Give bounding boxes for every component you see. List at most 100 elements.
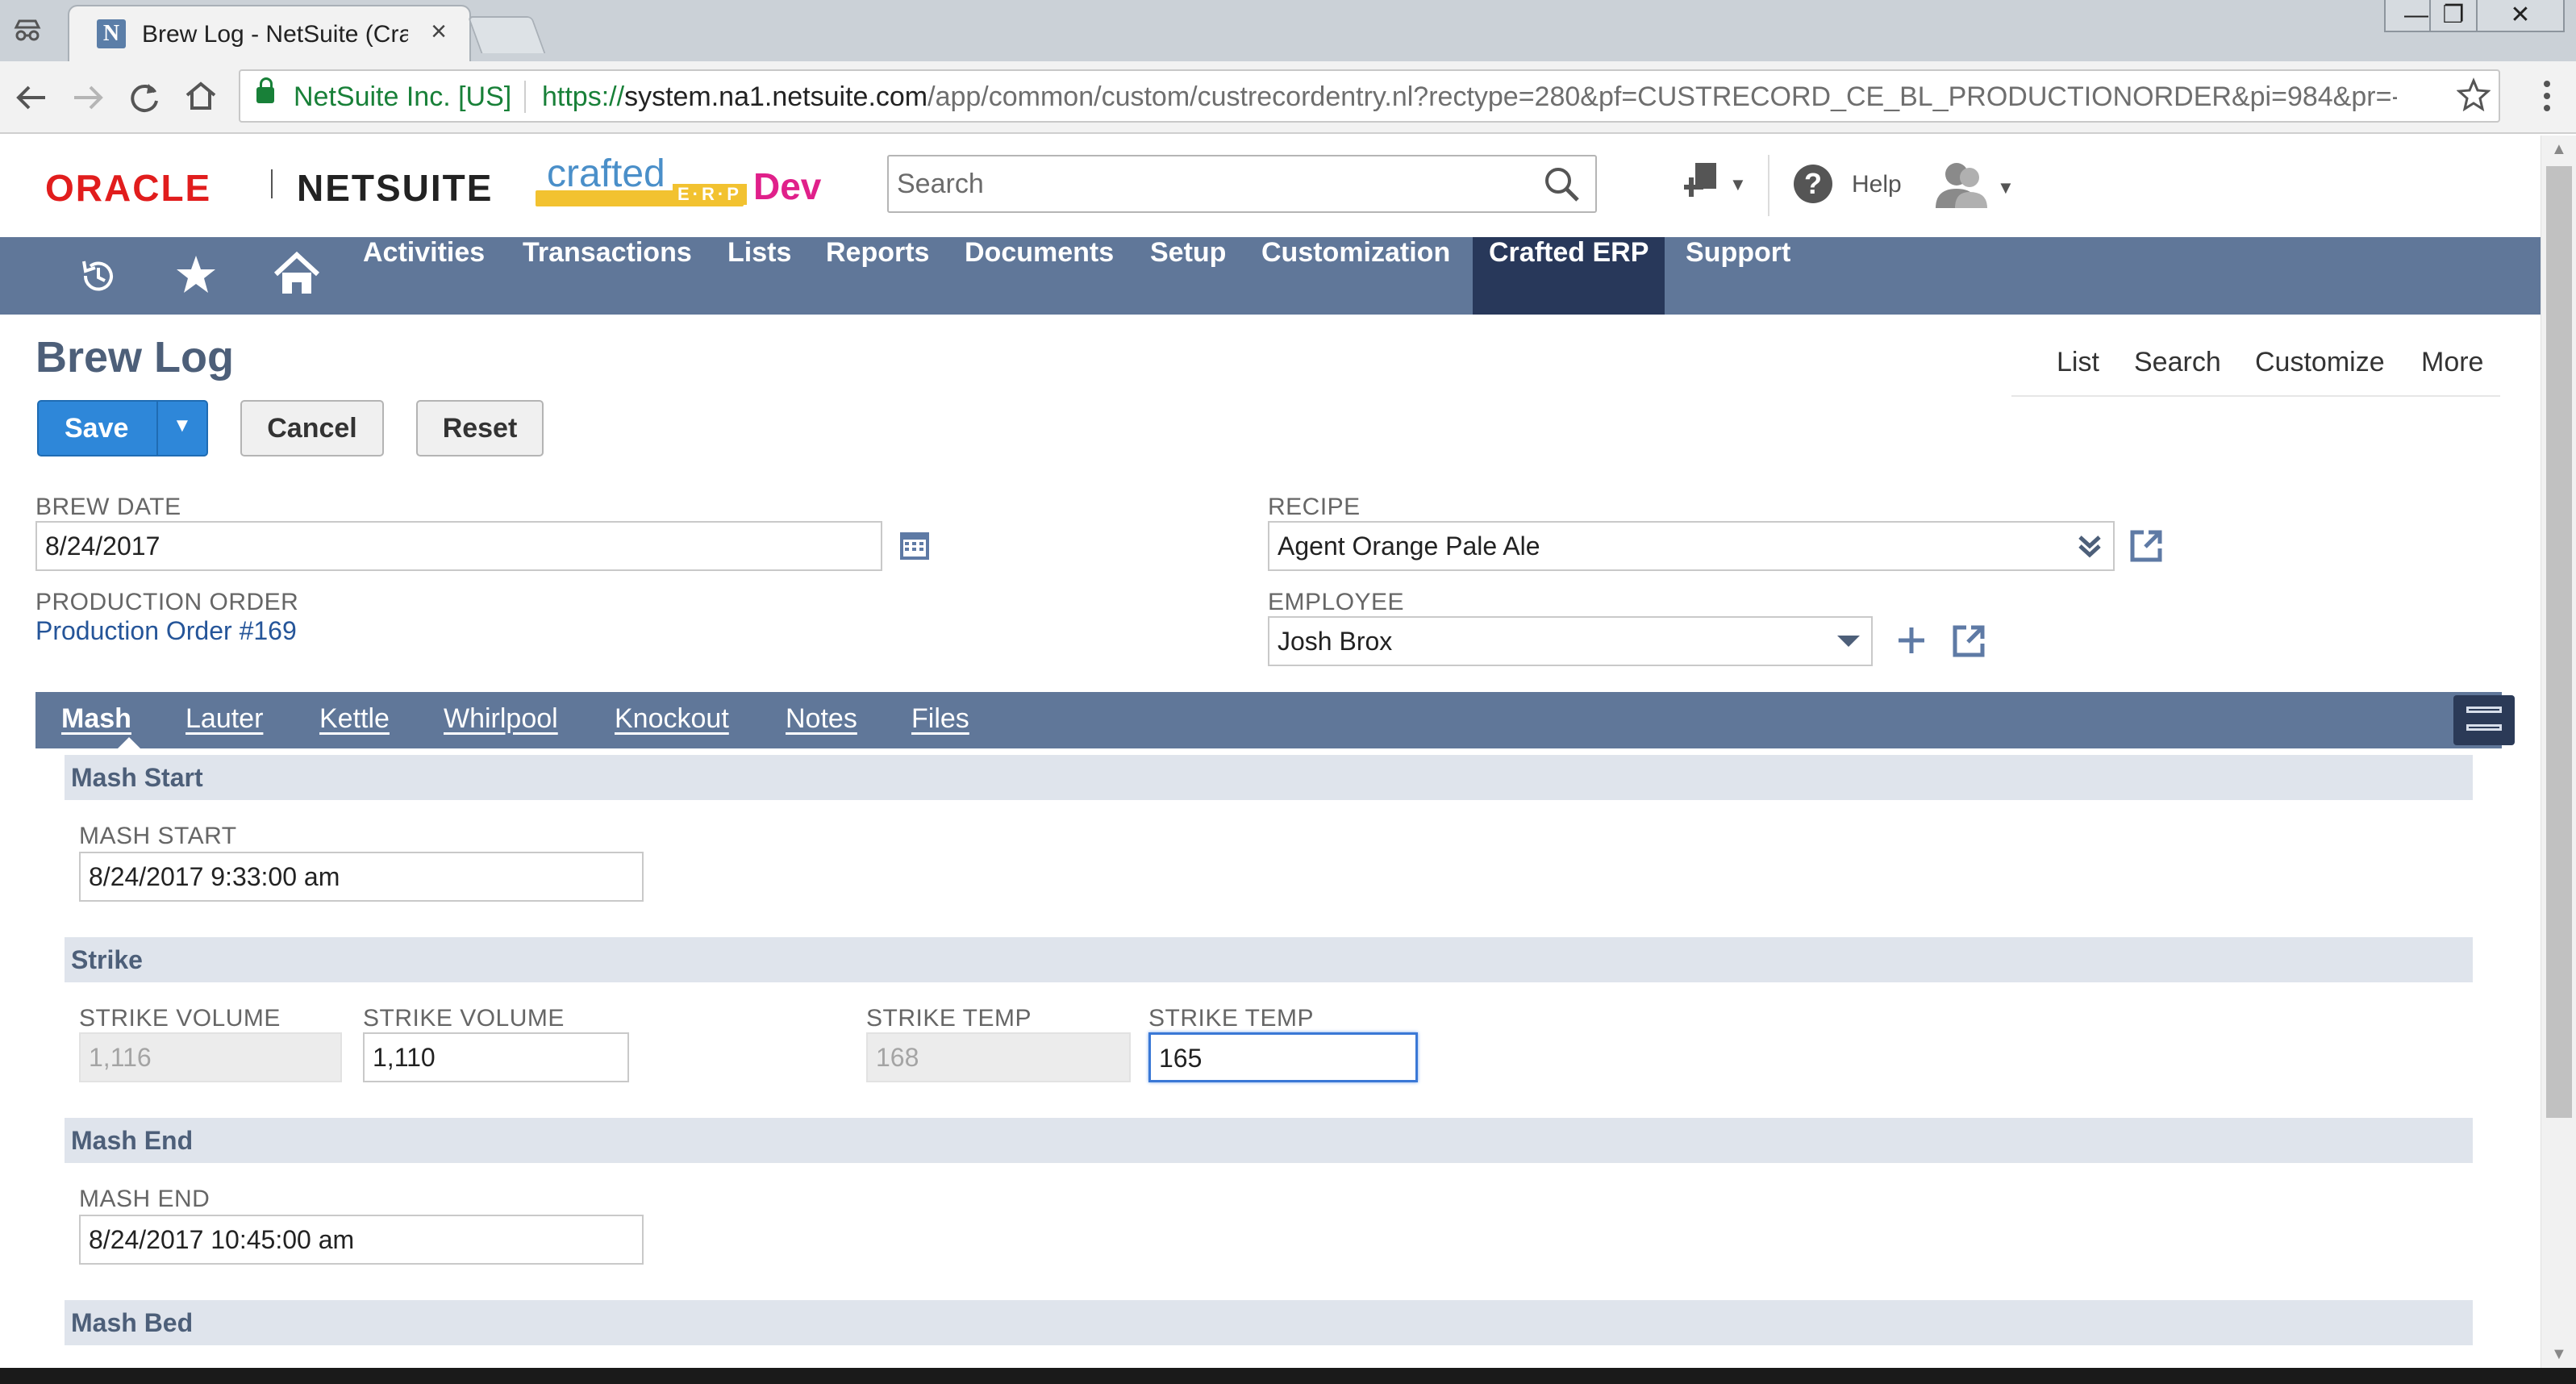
browser-tabstrip: N Brew Log - NetSuite (Cra × — ❐ ✕ [0,0,2576,61]
crafted-logo-erp: E·R·P [673,184,747,205]
incognito-icon [14,19,41,41]
add-icon[interactable] [1895,624,1928,657]
tab-notes[interactable]: Notes [786,703,857,735]
user-avatar-icon[interactable] [1934,158,1995,210]
cancel-button[interactable]: Cancel [240,400,384,456]
search-link[interactable]: Search [2134,347,2221,378]
calendar-icon[interactable] [898,529,931,561]
nav-customization[interactable]: Customization [1261,237,1450,315]
section-mash-start: Mash Start [65,755,2473,800]
url-path: /app/common/custom/custrecordentry.nl?re… [927,81,2397,112]
production-order-link[interactable]: Production Order #169 [35,616,297,646]
url-scheme: https:// [542,81,625,112]
employee-select[interactable]: Josh Brox [1268,616,1873,666]
section-strike-title: Strike [71,945,143,974]
section-strike: Strike [65,937,2473,982]
page-links-divider [2011,395,2500,397]
url-host: system.na1.netsuite.com [624,81,928,112]
create-new-icon[interactable] [1684,160,1724,205]
recent-records-icon[interactable] [77,255,119,297]
tab-knockout[interactable]: Knockout [615,703,729,735]
url-text[interactable]: https://system.na1.netsuite.com/app/comm… [542,81,2397,113]
restore-button[interactable]: ❐ [2429,0,2478,32]
active-tab-pointer [118,737,140,748]
subtab-bar: Mash Lauter Kettle Whirlpool Knockout No… [35,692,2515,748]
menu-icon[interactable] [2539,77,2555,115]
layout-toggle-icon[interactable] [2453,695,2515,745]
nav-lists[interactable]: Lists [727,237,791,315]
section-mash-end: Mash End [65,1118,2473,1163]
nav-setup[interactable]: Setup [1150,237,1226,315]
scrollbar-thumb[interactable] [2546,166,2572,1118]
nav-crafted-erp[interactable]: Crafted ERP [1473,237,1665,315]
list-link[interactable]: List [2057,347,2099,378]
nav-documents[interactable]: Documents [965,237,1114,315]
strike-volume-actual-label: STRIKE VOLUME [363,1005,565,1032]
brew-date-field[interactable]: 8/24/2017 [35,521,882,571]
strike-volume-actual-field[interactable]: 1,110 [363,1032,629,1082]
browser-tab[interactable]: N Brew Log - NetSuite (Cra × [68,5,471,61]
global-search[interactable] [887,155,1597,213]
environment-label: Dev [753,165,822,207]
user-menu-dropdown-icon[interactable]: ▼ [1997,177,2015,198]
page-title: Brew Log [35,333,235,381]
mash-start-label: MASH START [79,823,237,849]
open-record-icon[interactable] [2128,527,2165,565]
home-nav-icon[interactable] [273,250,321,298]
open-employee-icon[interactable] [1950,623,1987,660]
scroll-down-icon[interactable]: ▼ [2551,1345,2567,1364]
mash-end-field[interactable]: 8/24/2017 10:45:00 am [79,1215,644,1265]
nav-activities[interactable]: Activities [363,237,485,315]
vertical-scrollbar[interactable]: ▲ ▼ [2541,135,2576,1368]
home-icon[interactable] [182,77,219,115]
main-navigation: Activities Transactions Lists Reports Do… [0,237,2541,315]
netsuite-logo[interactable]: NETSUITE [297,166,493,210]
tab-lauter[interactable]: Lauter [185,703,263,735]
back-icon[interactable] [13,79,50,116]
strike-volume-planned-field: 1,116 [79,1032,342,1082]
more-link[interactable]: More [2421,347,2483,378]
strike-temp-actual-field[interactable]: 165 [1148,1032,1418,1082]
netsuite-favicon: N [97,19,126,48]
mash-end-label: MASH END [79,1186,210,1212]
oracle-logo[interactable]: ORACLE [45,166,211,210]
employee-value: Josh Brox [1278,627,1393,656]
dropdown-arrow-icon[interactable] [1836,632,1861,650]
create-new-dropdown-icon[interactable]: ▼ [1729,174,1747,195]
tab-whirlpool[interactable]: Whirlpool [444,703,558,735]
save-dropdown-icon[interactable]: ▼ [173,415,192,437]
save-button[interactable]: Save ▼ [37,400,208,456]
reset-button[interactable]: Reset [416,400,544,456]
nav-transactions[interactable]: Transactions [523,237,692,315]
employee-label: EMPLOYEE [1268,589,1405,615]
address-bar: NetSuite Inc. [US] https://system.na1.ne… [0,61,2576,134]
secure-label: NetSuite Inc. [US] [294,81,512,112]
section-mash-end-title: Mash End [71,1126,194,1155]
tab-close-icon[interactable]: × [431,16,447,48]
forward-icon[interactable] [69,79,106,116]
close-window-button[interactable]: ✕ [2476,0,2565,32]
nav-reports[interactable]: Reports [826,237,929,315]
tab-kettle[interactable]: Kettle [319,703,390,735]
search-icon[interactable] [1542,165,1582,205]
os-taskbar [0,1368,2576,1384]
omnibox[interactable]: NetSuite Inc. [US] https://system.na1.ne… [239,69,2500,123]
mash-start-field[interactable]: 8/24/2017 9:33:00 am [79,852,644,902]
nav-support[interactable]: Support [1686,237,1790,315]
new-tab-button[interactable] [467,16,546,53]
tab-files[interactable]: Files [911,703,969,735]
help-icon[interactable]: ? [1794,165,1832,203]
favorites-star-icon[interactable] [174,253,218,297]
tab-title: Brew Log - NetSuite (Cra [142,21,408,48]
search-input[interactable] [897,165,1510,203]
customize-link[interactable]: Customize [2255,347,2385,378]
section-mash-bed: Mash Bed [65,1300,2473,1345]
recipe-select[interactable]: Agent Orange Pale Ale [1268,521,2115,571]
help-link[interactable]: Help [1852,171,1902,198]
tab-mash[interactable]: Mash [61,703,131,735]
recipe-label: RECIPE [1268,494,1361,520]
star-icon[interactable] [2457,77,2491,111]
reload-icon[interactable] [126,79,163,116]
scroll-up-icon[interactable]: ▲ [2551,140,2567,159]
double-chevron-icon[interactable] [2076,532,2103,560]
